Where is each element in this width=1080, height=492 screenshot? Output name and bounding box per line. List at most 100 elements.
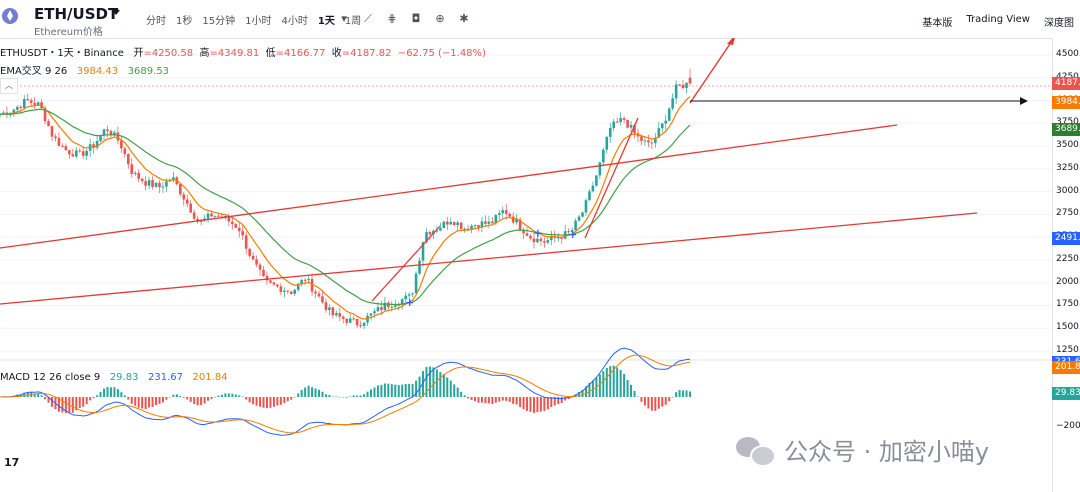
price-tag: 4187.82 [1052,77,1080,91]
candle [293,289,297,294]
ema-slow-value: 3689.53 [127,66,170,77]
macd-bar [598,374,601,397]
macd-bar [546,397,549,410]
candle [487,221,491,224]
trend-arrow-3[interactable] [689,38,735,104]
macd-bar [234,394,237,397]
dropdown-caret-icon[interactable]: ▾ [338,12,350,26]
candle [543,241,546,243]
candle [671,98,674,109]
candle [317,293,321,297]
settings-sliders-icon[interactable]: ⋕ [386,12,398,26]
tab-interval-fenshi[interactable]: 分时 [146,12,166,27]
tab-interval-15m[interactable]: 15分钟 [202,12,235,27]
candle [57,138,61,146]
tab-depth[interactable]: 深度图 [1044,14,1074,29]
macd-bar [526,397,529,411]
macd-bar [675,392,678,397]
candle [577,216,581,221]
macd-bar [286,397,289,402]
macd-bar [116,389,119,397]
macd-bar [92,397,95,399]
macd-bar [227,393,230,397]
candle [359,325,362,327]
macd-bar [411,384,414,397]
candle [276,284,279,287]
macd-bar [304,387,307,397]
macd-bar [657,397,660,409]
macd-value: 231.67 [148,372,183,383]
candle [22,98,26,108]
macd-bar [193,397,196,405]
macd-bar [633,390,636,397]
add-icon[interactable]: ⊕ [434,12,446,26]
macd-bar [456,387,459,397]
macd-bar [689,391,691,397]
candle [660,123,664,129]
macd-bar [487,397,490,404]
macd-bar [307,385,310,397]
tab-interval-1s[interactable]: 1秒 [176,12,192,27]
candle [244,235,248,249]
candle [428,232,432,235]
macd-bar [141,397,144,409]
candle [667,108,671,121]
chevron-up-icon[interactable]: ︿ [0,78,18,94]
macd-bar [352,395,355,397]
macd-bar [505,397,508,401]
candle [348,318,352,323]
price-chart[interactable]: + + + [0,38,1052,492]
indicator-icon[interactable]: ⟋ [362,12,374,26]
candle [210,213,213,217]
tab-interval-1h[interactable]: 1小时 [245,12,271,27]
price-tick: 1250.00 [1056,345,1080,355]
candle [255,259,258,265]
tab-tradingview[interactable]: Trading View [966,14,1030,29]
macd-bar [470,397,473,400]
macd-bar [168,397,171,398]
macd-bar [349,396,352,397]
candle [251,255,255,260]
lower-channel-line[interactable] [0,212,978,305]
candle [473,225,477,227]
candle [147,180,151,186]
candle [192,212,196,219]
low-label: 低 [265,48,276,59]
macd-bar [467,397,470,399]
chevron-down-icon[interactable] [112,10,120,15]
symbol-title[interactable]: ETH/USDT [34,5,118,23]
macd-bar [636,396,639,397]
ema-label: EMA交叉 9 26 [0,66,68,77]
macd-bar [245,397,248,400]
candle [47,121,50,127]
candle [279,286,283,292]
candle [258,264,262,270]
candle [231,221,234,225]
macd-bar [113,387,116,397]
macd-bar [661,397,664,407]
tradingview-logo[interactable]: 17 [4,456,24,472]
macd-bar [314,388,317,397]
macd-bar [390,384,393,397]
macd-bar [477,397,480,403]
view-mode-tabs: 基本版 Trading View 深度图 [922,14,1074,29]
chart-tools: ▾ ⟋ ⋕ ◘ ⊕ ✱ [338,12,470,26]
candle [206,213,210,219]
macd-bar [262,397,265,408]
tab-interval-4h[interactable]: 4小时 [281,12,307,27]
candle [106,129,109,132]
candle [529,235,532,239]
tab-interval-1d[interactable]: 1天 [318,12,335,27]
candle [321,296,324,303]
macd-bar [203,397,206,404]
macd-bar [317,389,320,397]
macd-bar [401,384,404,397]
tab-basic[interactable]: 基本版 [922,14,952,29]
candle [598,162,602,176]
candle [303,279,307,281]
camera-icon[interactable]: ◘ [410,12,422,26]
macd-bar [373,387,376,397]
macd-bar [439,372,442,397]
gear-icon[interactable]: ✱ [458,12,470,26]
candle [314,291,317,294]
